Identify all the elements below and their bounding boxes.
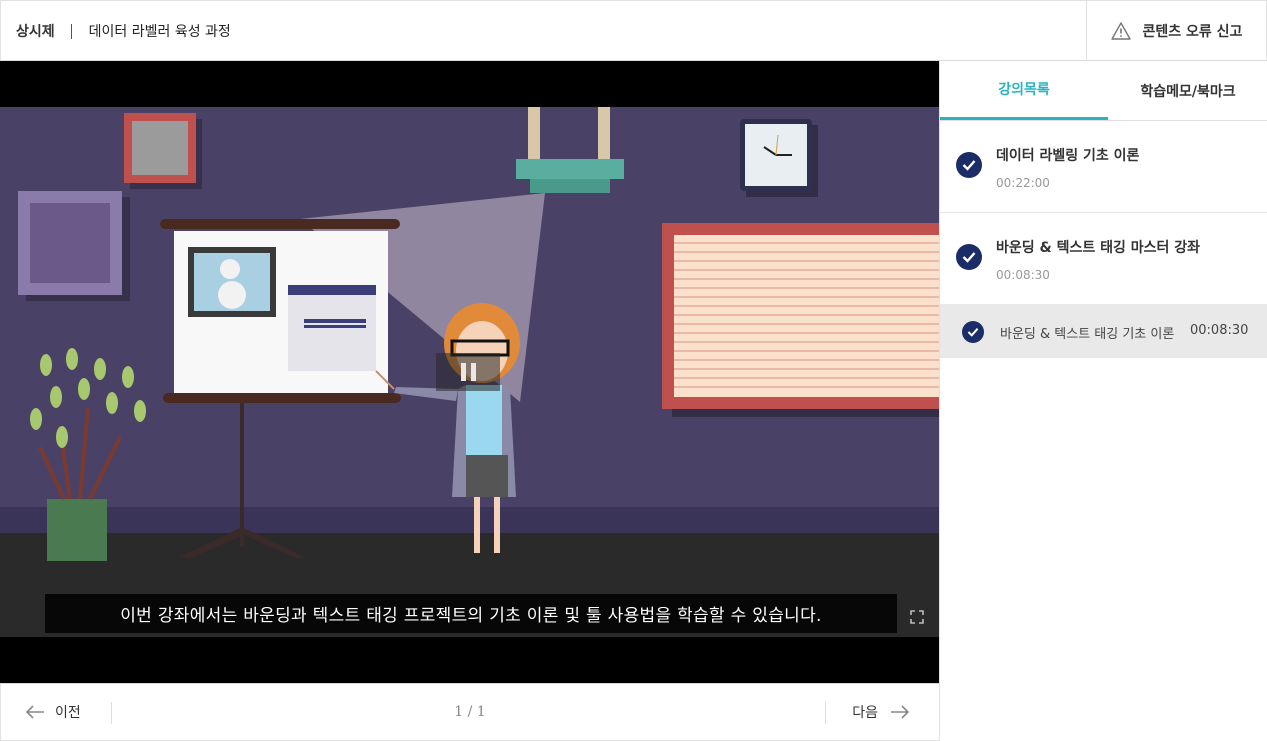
- report-error-label: 콘텐츠 오류 신고: [1142, 23, 1243, 40]
- breadcrumb: 상시제 데이터 라벨러 육성 과정: [16, 21, 231, 41]
- pause-button[interactable]: [436, 353, 500, 391]
- breadcrumb-divider: [70, 23, 72, 39]
- bottom-navigation: 이전 1 / 1 다음: [0, 683, 940, 741]
- page-indicator: 1 / 1: [454, 704, 486, 720]
- sidebar-tabs: 강의목록 학습메모/북마크: [940, 61, 1267, 121]
- check-icon: [956, 152, 982, 178]
- video-subtitle: 이번 강좌에서는 바운딩과 텍스트 태깅 프로젝트의 기초 이론 및 툴 사용법…: [45, 594, 897, 633]
- lesson-duration: 00:08:30: [996, 268, 1050, 282]
- check-icon: [956, 244, 982, 270]
- sub-lesson-item[interactable]: 바운딩 & 텍스트 태깅 기초 이론 00:08:30: [940, 304, 1267, 358]
- lesson-item[interactable]: 데이터 라벨링 기초 이론 00:22:00: [940, 121, 1267, 213]
- lesson-duration: 00:22:00: [996, 176, 1050, 190]
- fullscreen-icon[interactable]: [909, 609, 925, 625]
- breadcrumb-category: 상시제: [16, 24, 55, 40]
- check-icon: [962, 321, 984, 343]
- sub-lesson-duration: 00:08:30: [1190, 323, 1249, 338]
- divider: [825, 702, 826, 724]
- pause-icon-bar: [460, 363, 466, 381]
- tab-lecture-list[interactable]: 강의목록: [940, 61, 1108, 120]
- video-player[interactable]: 이번 강좌에서는 바운딩과 텍스트 태깅 프로젝트의 기초 이론 및 툴 사용법…: [0, 61, 939, 683]
- tab-notes-bookmarks[interactable]: 학습메모/북마크: [1108, 61, 1267, 120]
- lesson-title: 바운딩 & 텍스트 태깅 마스터 강좌: [996, 240, 1201, 256]
- lesson-title: 데이터 라벨링 기초 이론: [996, 148, 1140, 164]
- warning-icon: [1110, 21, 1131, 40]
- course-title: 데이터 라벨러 육성 과정: [88, 24, 231, 40]
- arrow-right-icon: [891, 705, 910, 719]
- lecture-sidebar: 강의목록 학습메모/북마크 데이터 라벨링 기초 이론 00:22:00 바운딩…: [939, 61, 1267, 741]
- next-label: 다음: [852, 705, 878, 721]
- header-bar: 상시제 데이터 라벨러 육성 과정 콘텐츠 오류 신고: [0, 0, 1267, 61]
- report-error-button[interactable]: 콘텐츠 오류 신고: [1086, 1, 1266, 60]
- sub-lesson-title: 바운딩 & 텍스트 태깅 기초 이론: [1000, 327, 1175, 342]
- pause-icon-bar: [470, 363, 476, 381]
- lesson-item[interactable]: 바운딩 & 텍스트 태깅 마스터 강좌 00:08:30: [940, 213, 1267, 304]
- next-button[interactable]: 다음: [852, 702, 910, 722]
